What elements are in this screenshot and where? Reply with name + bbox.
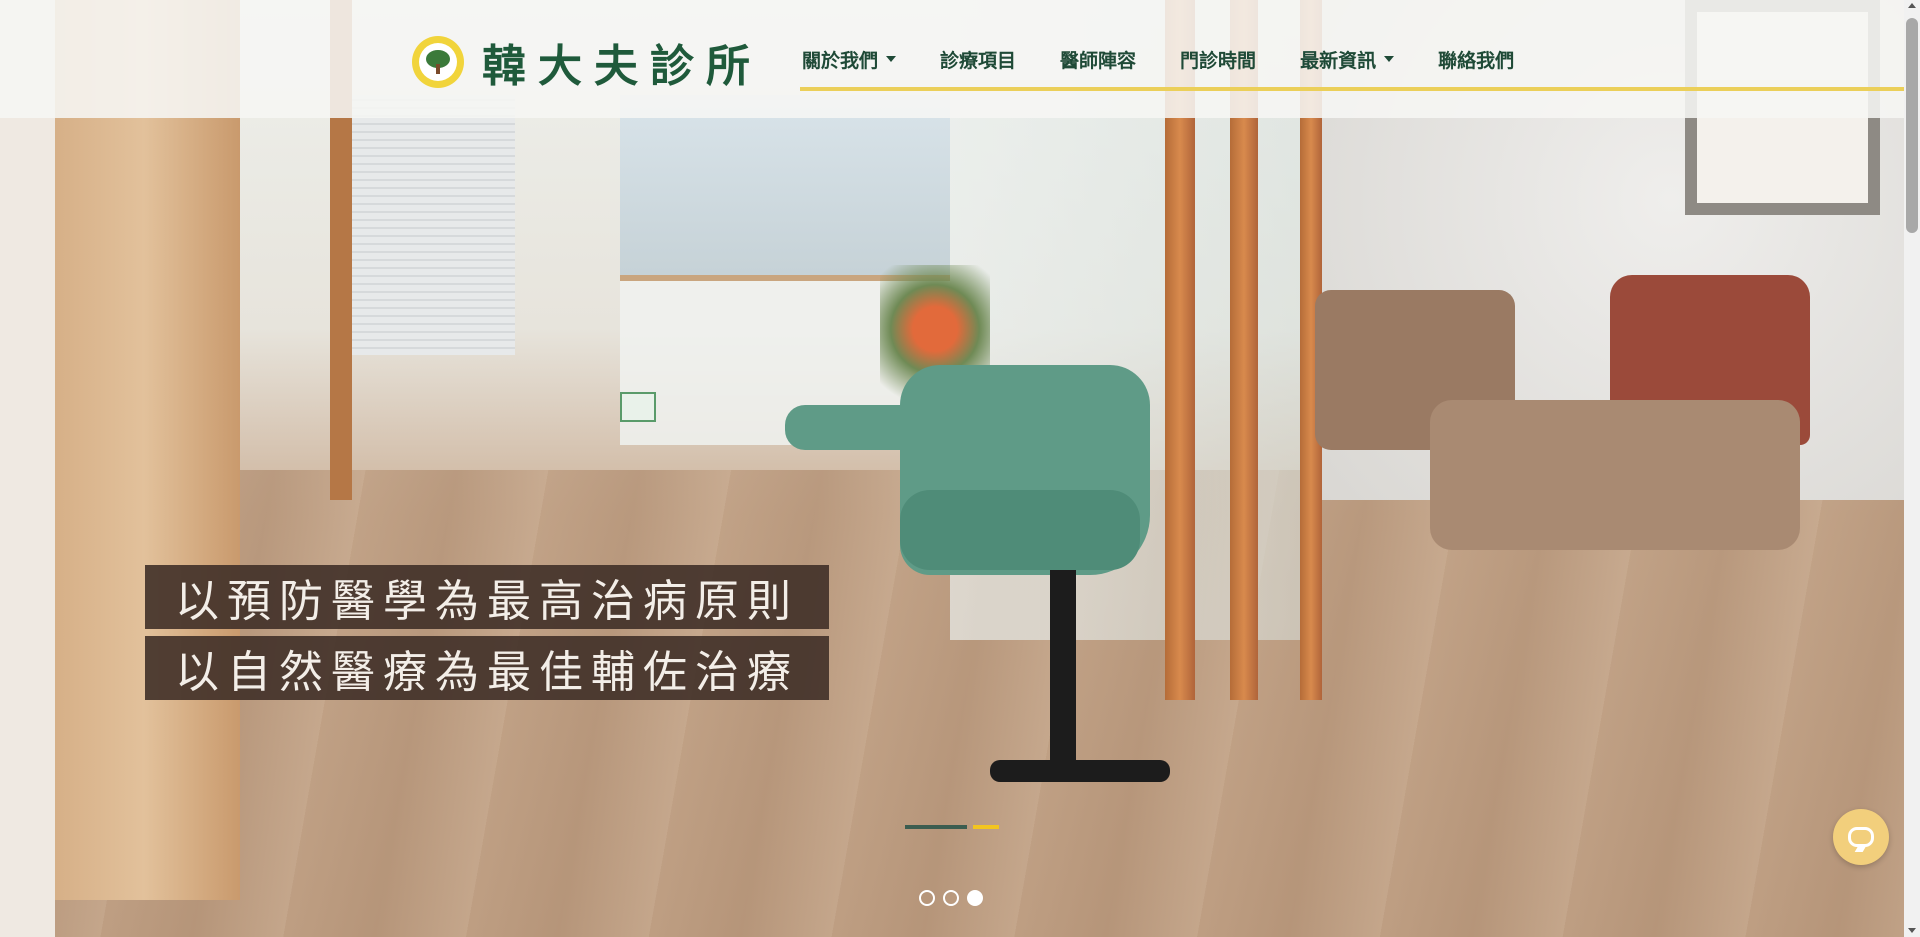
slide-dot-2[interactable]	[943, 890, 959, 906]
scroll-up-icon[interactable]	[1908, 3, 1916, 8]
slide-dot-1[interactable]	[919, 890, 935, 906]
site-logo[interactable]: 韓大夫診所	[412, 30, 762, 94]
nav-label: 最新資訊	[1300, 49, 1377, 72]
caret-down-icon	[886, 56, 897, 62]
nav-label: 門診時間	[1180, 49, 1257, 72]
chair-seat	[900, 490, 1140, 570]
nav-label: 醫師陣容	[1060, 49, 1137, 72]
chat-button[interactable]	[1833, 809, 1889, 865]
progress-accent	[973, 825, 999, 829]
nav-label: 聯絡我們	[1438, 49, 1515, 72]
nav-item-contact[interactable]: 聯絡我們	[1416, 44, 1536, 74]
left-wall	[0, 0, 55, 937]
main-nav: 關於我們 診療項目 醫師陣容 門診時間 最新資訊 聯絡我們	[780, 44, 1536, 74]
progress-bar	[905, 825, 967, 829]
scrollbar-thumb[interactable]	[1906, 18, 1918, 233]
chat-bubble-icon	[1848, 827, 1874, 847]
nav-item-about[interactable]: 關於我們	[780, 44, 918, 74]
hero-slogan: 以自然醫療為最佳輔佐治療	[145, 636, 829, 700]
site-header: 韓大夫診所 關於我們 診療項目 醫師陣容 門診時間 最新資訊 聯絡我們	[0, 0, 1904, 118]
caret-down-icon	[1384, 56, 1395, 62]
chair-leg	[1050, 570, 1076, 780]
scroll-down-icon[interactable]	[1908, 928, 1916, 933]
slide-dot-3[interactable]	[967, 890, 983, 906]
ottoman	[1430, 400, 1800, 550]
exit-sign	[620, 392, 656, 422]
slide-progress	[905, 825, 999, 829]
nav-underline	[800, 87, 1904, 91]
nav-label: 關於我們	[802, 49, 879, 72]
hero-slide-image	[0, 0, 1904, 937]
slider-pagination	[919, 890, 983, 906]
nav-label: 診療項目	[940, 49, 1017, 72]
site-name: 韓大夫診所	[482, 41, 762, 92]
window-blinds	[345, 95, 515, 355]
hero-slogan: 以預防醫學為最高治病原則	[145, 565, 829, 629]
nav-item-news[interactable]: 最新資訊	[1278, 44, 1416, 74]
nav-item-services[interactable]: 診療項目	[918, 44, 1038, 74]
chair-base	[990, 760, 1170, 782]
window-view	[620, 95, 950, 275]
tree-icon	[412, 36, 464, 88]
nav-item-doctors[interactable]: 醫師陣容	[1038, 44, 1158, 74]
nav-item-hours[interactable]: 門診時間	[1158, 44, 1278, 74]
